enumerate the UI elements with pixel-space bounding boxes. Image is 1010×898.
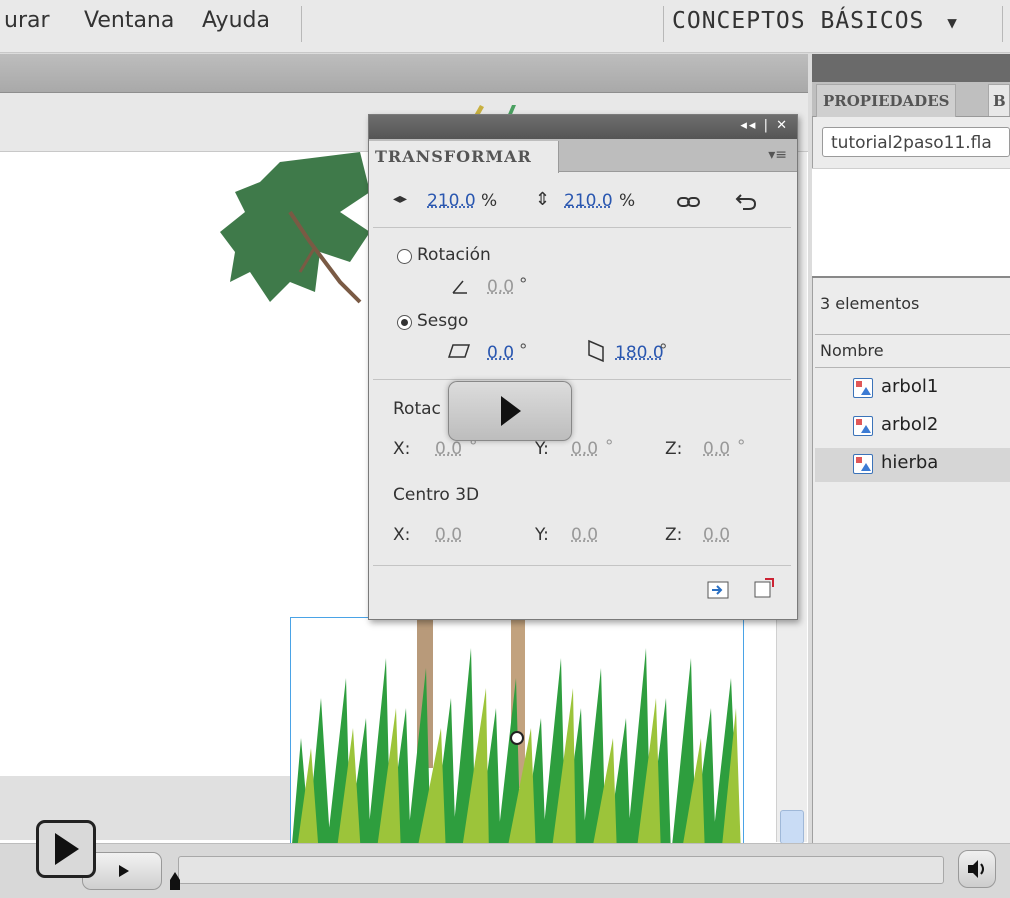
- center-3d-z-label: Z:: [665, 525, 683, 545]
- degree-label: °: [519, 341, 528, 361]
- chevron-down-icon: ▼: [947, 13, 958, 32]
- skew-horizontal-icon: [447, 344, 471, 358]
- transform-panel-titlebar[interactable]: ◂◂ | ✕: [369, 115, 797, 139]
- scale-width-value[interactable]: 210.0: [427, 191, 476, 211]
- center-3d-x[interactable]: 0.0: [435, 525, 462, 545]
- center-3d-y-label: Y:: [535, 525, 549, 545]
- tree-foliage-image: [220, 152, 370, 304]
- menu-divider: [301, 6, 302, 42]
- library-item-count: 3 elementos: [820, 294, 920, 313]
- big-play-button[interactable]: [36, 820, 96, 878]
- scale-height-value[interactable]: 210.0: [564, 191, 613, 211]
- rotation-3d-x-label: X:: [393, 439, 411, 459]
- rotate-angle-icon: [452, 280, 467, 294]
- seek-bar[interactable]: [178, 856, 944, 884]
- percent-label: %: [619, 191, 636, 211]
- library-item[interactable]: arbol1: [815, 372, 1010, 406]
- menu-bar: urar Ventana Ayuda CONCEPTOS BÁSICOS ▼: [0, 0, 1010, 53]
- percent-label: %: [481, 191, 498, 211]
- selected-symbol-hierba[interactable]: [290, 617, 744, 857]
- rotation-radio[interactable]: [397, 249, 412, 264]
- grass-image: [291, 618, 741, 856]
- remove-transform-icon[interactable]: [753, 577, 775, 599]
- scale-height-icon: ⇕: [535, 189, 551, 210]
- scale-width-icon: ◂▸: [393, 191, 408, 207]
- scrollbar-thumb[interactable]: [780, 810, 804, 844]
- rotation-label: Rotación: [417, 245, 491, 265]
- volume-icon: [968, 860, 984, 878]
- collapse-close-icon[interactable]: ◂◂ | ✕: [740, 118, 789, 133]
- workspace-switcher[interactable]: CONCEPTOS BÁSICOS ▼: [672, 8, 958, 34]
- graphic-symbol-icon: [853, 454, 873, 474]
- tab-biblioteca[interactable]: B: [988, 84, 1010, 116]
- menu-item-depurar[interactable]: urar: [4, 8, 50, 33]
- panel-group-header: [812, 54, 1010, 82]
- play-icon: [501, 396, 521, 426]
- rotation-3d-z-label: Z:: [665, 439, 683, 459]
- center-3d-x-label: X:: [393, 525, 411, 545]
- skew-horizontal-value[interactable]: 0.0: [487, 343, 514, 363]
- skew-vertical-icon: [588, 339, 604, 363]
- menu-divider: [1002, 6, 1003, 42]
- transform-panel: ◂◂ | ✕ TRANSFORMAR ▾≡ ◂▸ 210.0 % ⇕ 210.0…: [368, 114, 798, 620]
- duplicate-transform-icon[interactable]: [707, 581, 729, 599]
- degree-label: °: [737, 437, 746, 457]
- divider: [373, 565, 791, 566]
- menu-item-ayuda[interactable]: Ayuda: [202, 8, 270, 33]
- library-item[interactable]: arbol2: [815, 410, 1010, 444]
- reset-icon[interactable]: [735, 191, 757, 211]
- menu-item-ventana[interactable]: Ventana: [84, 8, 174, 33]
- center-3d-y[interactable]: 0.0: [571, 525, 598, 545]
- library-item-label: arbol1: [881, 376, 939, 397]
- center-3d-z[interactable]: 0.0: [703, 525, 730, 545]
- rotation-3d-z[interactable]: 0.0: [703, 439, 730, 459]
- graphic-symbol-icon: [853, 416, 873, 436]
- video-play-overlay-button[interactable]: [448, 381, 572, 441]
- center-3d-label: Centro 3D: [393, 485, 480, 505]
- skew-vertical-value[interactable]: 180.0: [615, 343, 664, 363]
- library-item-label: arbol2: [881, 414, 939, 435]
- transform-point-icon: [510, 731, 524, 745]
- divider: [373, 379, 791, 380]
- graphic-symbol-icon: [853, 378, 873, 398]
- library-column-header[interactable]: Nombre: [815, 334, 1010, 368]
- constrain-link-icon[interactable]: [677, 195, 701, 209]
- rotation-3d-y[interactable]: 0.0: [571, 439, 598, 459]
- degree-label: °: [659, 341, 668, 361]
- rotation-value[interactable]: 0.0: [487, 277, 514, 297]
- panel-menu-icon[interactable]: ▾≡: [768, 147, 787, 163]
- library-item-selected[interactable]: hierba: [815, 448, 1010, 482]
- tab-transformar[interactable]: TRANSFORMAR: [369, 141, 559, 173]
- degree-label: °: [519, 275, 528, 295]
- skew-radio[interactable]: [397, 315, 412, 330]
- play-icon: [55, 833, 79, 865]
- workspace-label: CONCEPTOS BÁSICOS: [672, 8, 925, 34]
- skew-label: Sesgo: [417, 311, 469, 331]
- volume-button[interactable]: [958, 850, 996, 888]
- rotation-3d-label: Rotac: [393, 399, 441, 419]
- menu-divider: [663, 6, 664, 42]
- tab-propiedades[interactable]: PROPIEDADES: [816, 84, 957, 117]
- degree-label: °: [605, 437, 614, 457]
- library-preview: [812, 168, 1010, 278]
- column-name-label: Nombre: [820, 341, 884, 360]
- divider: [373, 227, 791, 228]
- document-tab-bar: [0, 54, 808, 93]
- seek-handle-icon[interactable]: [170, 872, 180, 890]
- library-item-label: hierba: [881, 452, 939, 473]
- library-file-select[interactable]: tutorial2paso11.fla: [822, 127, 1010, 157]
